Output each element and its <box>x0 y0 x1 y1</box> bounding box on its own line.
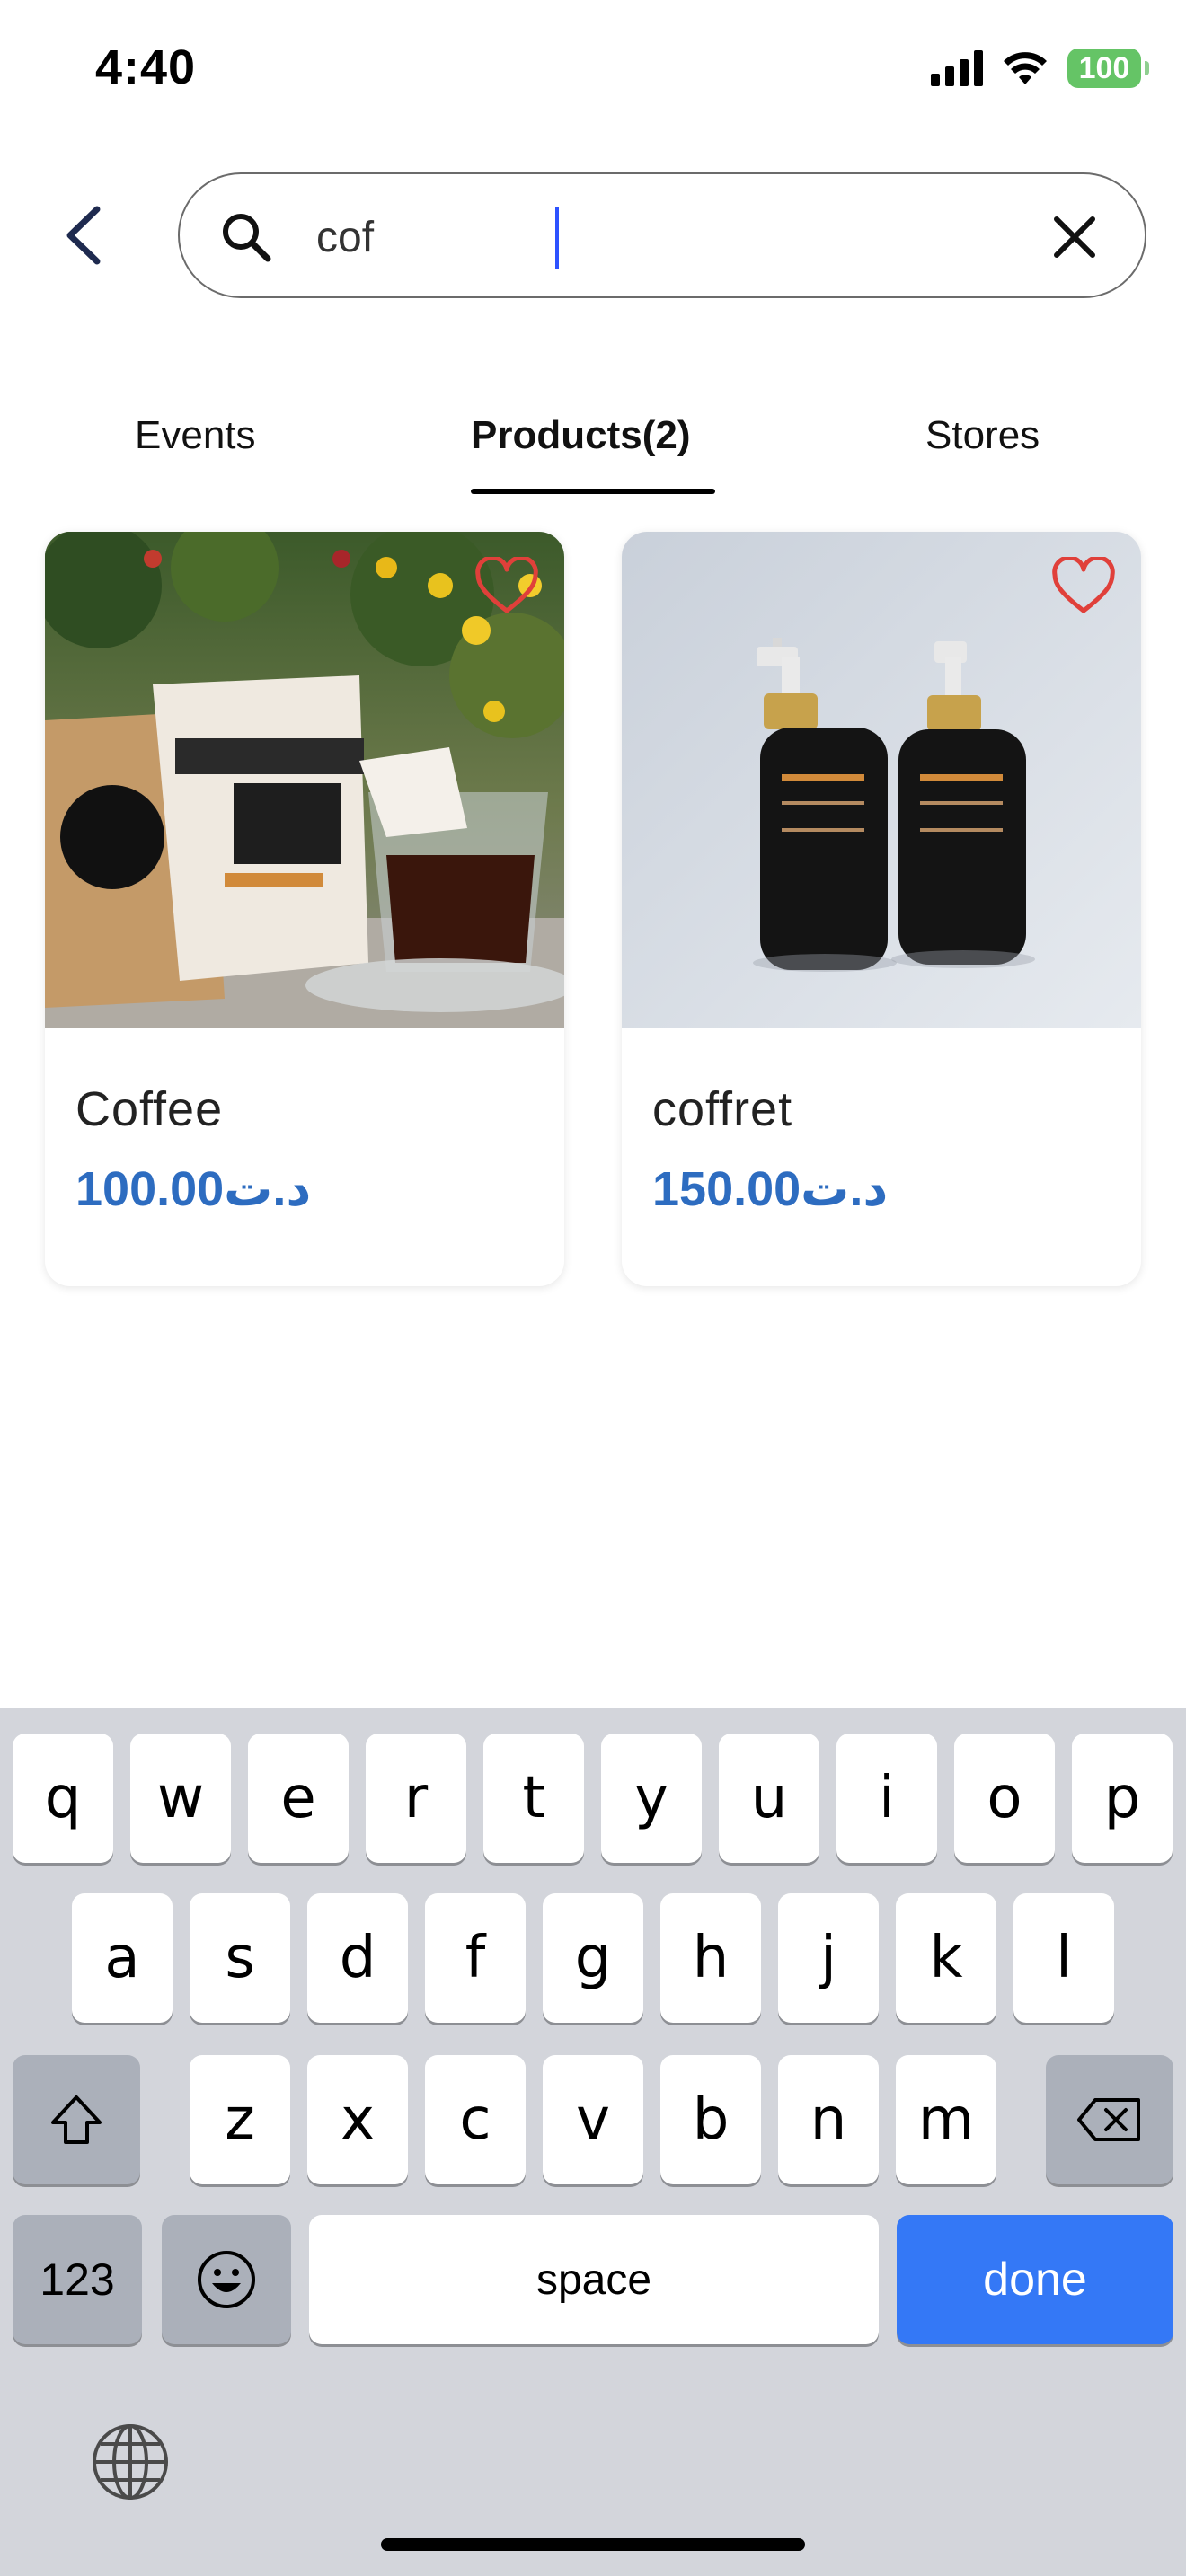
key-d[interactable]: d <box>307 1893 408 2023</box>
key-e[interactable]: e <box>248 1734 349 1863</box>
key-s[interactable]: s <box>190 1893 290 2023</box>
key-j[interactable]: j <box>778 1893 879 2023</box>
key-r[interactable]: r <box>366 1734 466 1863</box>
search-tabs: Events Products(2) Stores <box>0 413 1186 503</box>
key-t[interactable]: t <box>483 1734 584 1863</box>
key-y[interactable]: y <box>601 1734 702 1863</box>
key-m[interactable]: m <box>896 2055 996 2184</box>
status-bar: 4:40 100 <box>0 0 1186 144</box>
battery-icon: 100 <box>1067 49 1149 88</box>
product-name: Coffee <box>75 1082 224 1136</box>
battery-level: 100 <box>1078 50 1130 85</box>
text-cursor <box>555 207 559 269</box>
home-indicator[interactable] <box>381 2538 805 2551</box>
key-i[interactable]: i <box>836 1734 937 1863</box>
key-a[interactable]: a <box>72 1893 173 2023</box>
product-price: 150.00د.ت <box>652 1162 889 1216</box>
space-key[interactable]: space <box>309 2215 879 2344</box>
shift-icon <box>51 2095 102 2144</box>
product-card-coffee[interactable]: Coffee 100.00د.ت <box>45 532 564 1286</box>
key-u[interactable]: u <box>719 1734 819 1863</box>
wifi-icon <box>1004 52 1047 84</box>
key-o[interactable]: o <box>954 1734 1055 1863</box>
key-n[interactable]: n <box>778 2055 879 2184</box>
emoji-key[interactable] <box>162 2215 291 2344</box>
product-price: 100.00د.ت <box>75 1162 312 1216</box>
key-z[interactable]: z <box>190 2055 290 2184</box>
chevron-left-icon <box>66 206 101 265</box>
key-b[interactable]: b <box>660 2055 761 2184</box>
key-f[interactable]: f <box>425 1893 526 2023</box>
search-icon <box>223 214 271 262</box>
key-c[interactable]: c <box>425 2055 526 2184</box>
backspace-icon <box>1077 2098 1140 2141</box>
key-p[interactable]: p <box>1072 1734 1173 1863</box>
on-screen-keyboard: q w e r t y u i o p a s d f g h j k l z … <box>0 1708 1186 2576</box>
favorite-heart-icon[interactable] <box>474 557 539 616</box>
status-time: 4:40 <box>95 40 197 94</box>
product-card-coffret[interactable]: coffret 150.00د.ت <box>622 532 1141 1286</box>
key-x[interactable]: x <box>307 2055 408 2184</box>
clear-search-icon[interactable] <box>1044 207 1105 268</box>
delete-key[interactable] <box>1046 2055 1173 2184</box>
key-w[interactable]: w <box>130 1734 231 1863</box>
tab-stores[interactable]: Stores <box>925 413 1040 458</box>
key-v[interactable]: v <box>543 2055 643 2184</box>
search-bar[interactable] <box>178 172 1146 298</box>
back-button[interactable] <box>56 199 110 271</box>
done-key[interactable]: done <box>897 2215 1173 2344</box>
key-k[interactable]: k <box>896 1893 996 2023</box>
key-h[interactable]: h <box>660 1893 761 2023</box>
search-input[interactable] <box>316 201 1035 273</box>
tab-events[interactable]: Events <box>135 413 256 458</box>
emoji-icon <box>198 2251 255 2308</box>
key-g[interactable]: g <box>543 1893 643 2023</box>
active-tab-indicator <box>471 489 715 494</box>
numbers-key[interactable]: 123 <box>13 2215 142 2344</box>
favorite-heart-icon[interactable] <box>1051 557 1116 616</box>
shift-key[interactable] <box>13 2055 140 2184</box>
globe-icon[interactable] <box>90 2422 171 2502</box>
status-icons: 100 <box>931 49 1149 88</box>
key-q[interactable]: q <box>13 1734 113 1863</box>
product-name: coffret <box>652 1082 793 1136</box>
cellular-signal-icon <box>931 50 983 86</box>
tab-products[interactable]: Products(2) <box>471 413 690 458</box>
key-l[interactable]: l <box>1013 1893 1114 2023</box>
